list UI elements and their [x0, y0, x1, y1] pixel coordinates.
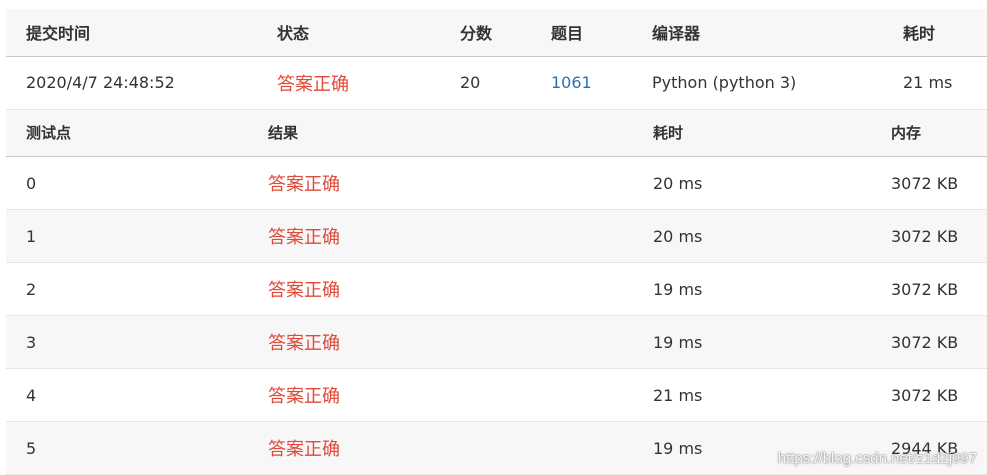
- header-tp-time: 耗时: [653, 109, 891, 157]
- run-time: 21 ms: [903, 56, 987, 110]
- result-accepted: 答案正确: [268, 333, 340, 354]
- problem-link[interactable]: 1061: [551, 73, 592, 92]
- testpoint-id: 1: [6, 209, 268, 263]
- testpoint-header-row: 测试点 结果 耗时 内存: [6, 109, 987, 157]
- testpoint-table: 测试点 结果 耗时 内存 0 答案正确 20 ms 3072 KB 1 答案正确…: [6, 109, 987, 475]
- testpoint-id: 3: [6, 315, 268, 369]
- submission-detail: 提交时间 状态 分数 题目 编译器 耗时 2020/4/7 24:48:52 答…: [6, 9, 987, 475]
- testpoint-memory: 3072 KB: [891, 156, 987, 210]
- table-row: 5 答案正确 19 ms 2944 KB: [6, 421, 987, 475]
- header-time: 耗时: [903, 9, 987, 57]
- testpoint-id: 4: [6, 368, 268, 422]
- submission-table: 提交时间 状态 分数 题目 编译器 耗时 2020/4/7 24:48:52 答…: [6, 9, 987, 110]
- header-testpoint: 测试点: [6, 109, 268, 157]
- result-cell: 答案正确: [268, 315, 653, 369]
- table-row: 4 答案正确 21 ms 3072 KB: [6, 368, 987, 422]
- header-submit-time: 提交时间: [6, 9, 277, 57]
- result-cell: 答案正确: [268, 368, 653, 422]
- testpoint-memory: 3072 KB: [891, 262, 987, 316]
- header-score: 分数: [460, 9, 551, 57]
- result-accepted: 答案正确: [268, 174, 340, 195]
- table-row: 0 答案正确 20 ms 3072 KB: [6, 156, 987, 210]
- problem-cell: 1061: [551, 56, 652, 110]
- result-accepted: 答案正确: [268, 386, 340, 407]
- status-accepted: 答案正确: [277, 73, 349, 95]
- result-accepted: 答案正确: [268, 280, 340, 301]
- table-row: 3 答案正确 19 ms 3072 KB: [6, 315, 987, 369]
- testpoint-time: 19 ms: [653, 262, 891, 316]
- submission-header-row: 提交时间 状态 分数 题目 编译器 耗时: [6, 9, 987, 57]
- submission-row: 2020/4/7 24:48:52 答案正确 20 1061 Python (p…: [6, 56, 987, 110]
- result-cell: 答案正确: [268, 262, 653, 316]
- header-problem: 题目: [551, 9, 652, 57]
- status-cell: 答案正确: [277, 56, 460, 110]
- result-accepted: 答案正确: [268, 439, 340, 460]
- result-cell: 答案正确: [268, 209, 653, 263]
- testpoint-id: 2: [6, 262, 268, 316]
- testpoint-time: 20 ms: [653, 156, 891, 210]
- testpoint-memory: 2944 KB: [891, 421, 987, 475]
- header-compiler: 编译器: [652, 9, 903, 57]
- header-status: 状态: [277, 9, 460, 57]
- score: 20: [460, 56, 551, 110]
- testpoint-memory: 3072 KB: [891, 368, 987, 422]
- testpoint-time: 19 ms: [653, 421, 891, 475]
- table-row: 1 答案正确 20 ms 3072 KB: [6, 209, 987, 263]
- result-cell: 答案正确: [268, 421, 653, 475]
- testpoint-memory: 3072 KB: [891, 209, 987, 263]
- submit-time: 2020/4/7 24:48:52: [6, 56, 277, 110]
- compiler: Python (python 3): [652, 56, 903, 110]
- result-cell: 答案正确: [268, 156, 653, 210]
- testpoint-time: 20 ms: [653, 209, 891, 263]
- table-row: 2 答案正确 19 ms 3072 KB: [6, 262, 987, 316]
- testpoint-id: 0: [6, 156, 268, 210]
- testpoint-id: 5: [6, 421, 268, 475]
- testpoint-time: 21 ms: [653, 368, 891, 422]
- testpoint-memory: 3072 KB: [891, 315, 987, 369]
- testpoint-time: 19 ms: [653, 315, 891, 369]
- header-memory: 内存: [891, 109, 987, 157]
- result-accepted: 答案正确: [268, 227, 340, 248]
- header-result: 结果: [268, 109, 653, 157]
